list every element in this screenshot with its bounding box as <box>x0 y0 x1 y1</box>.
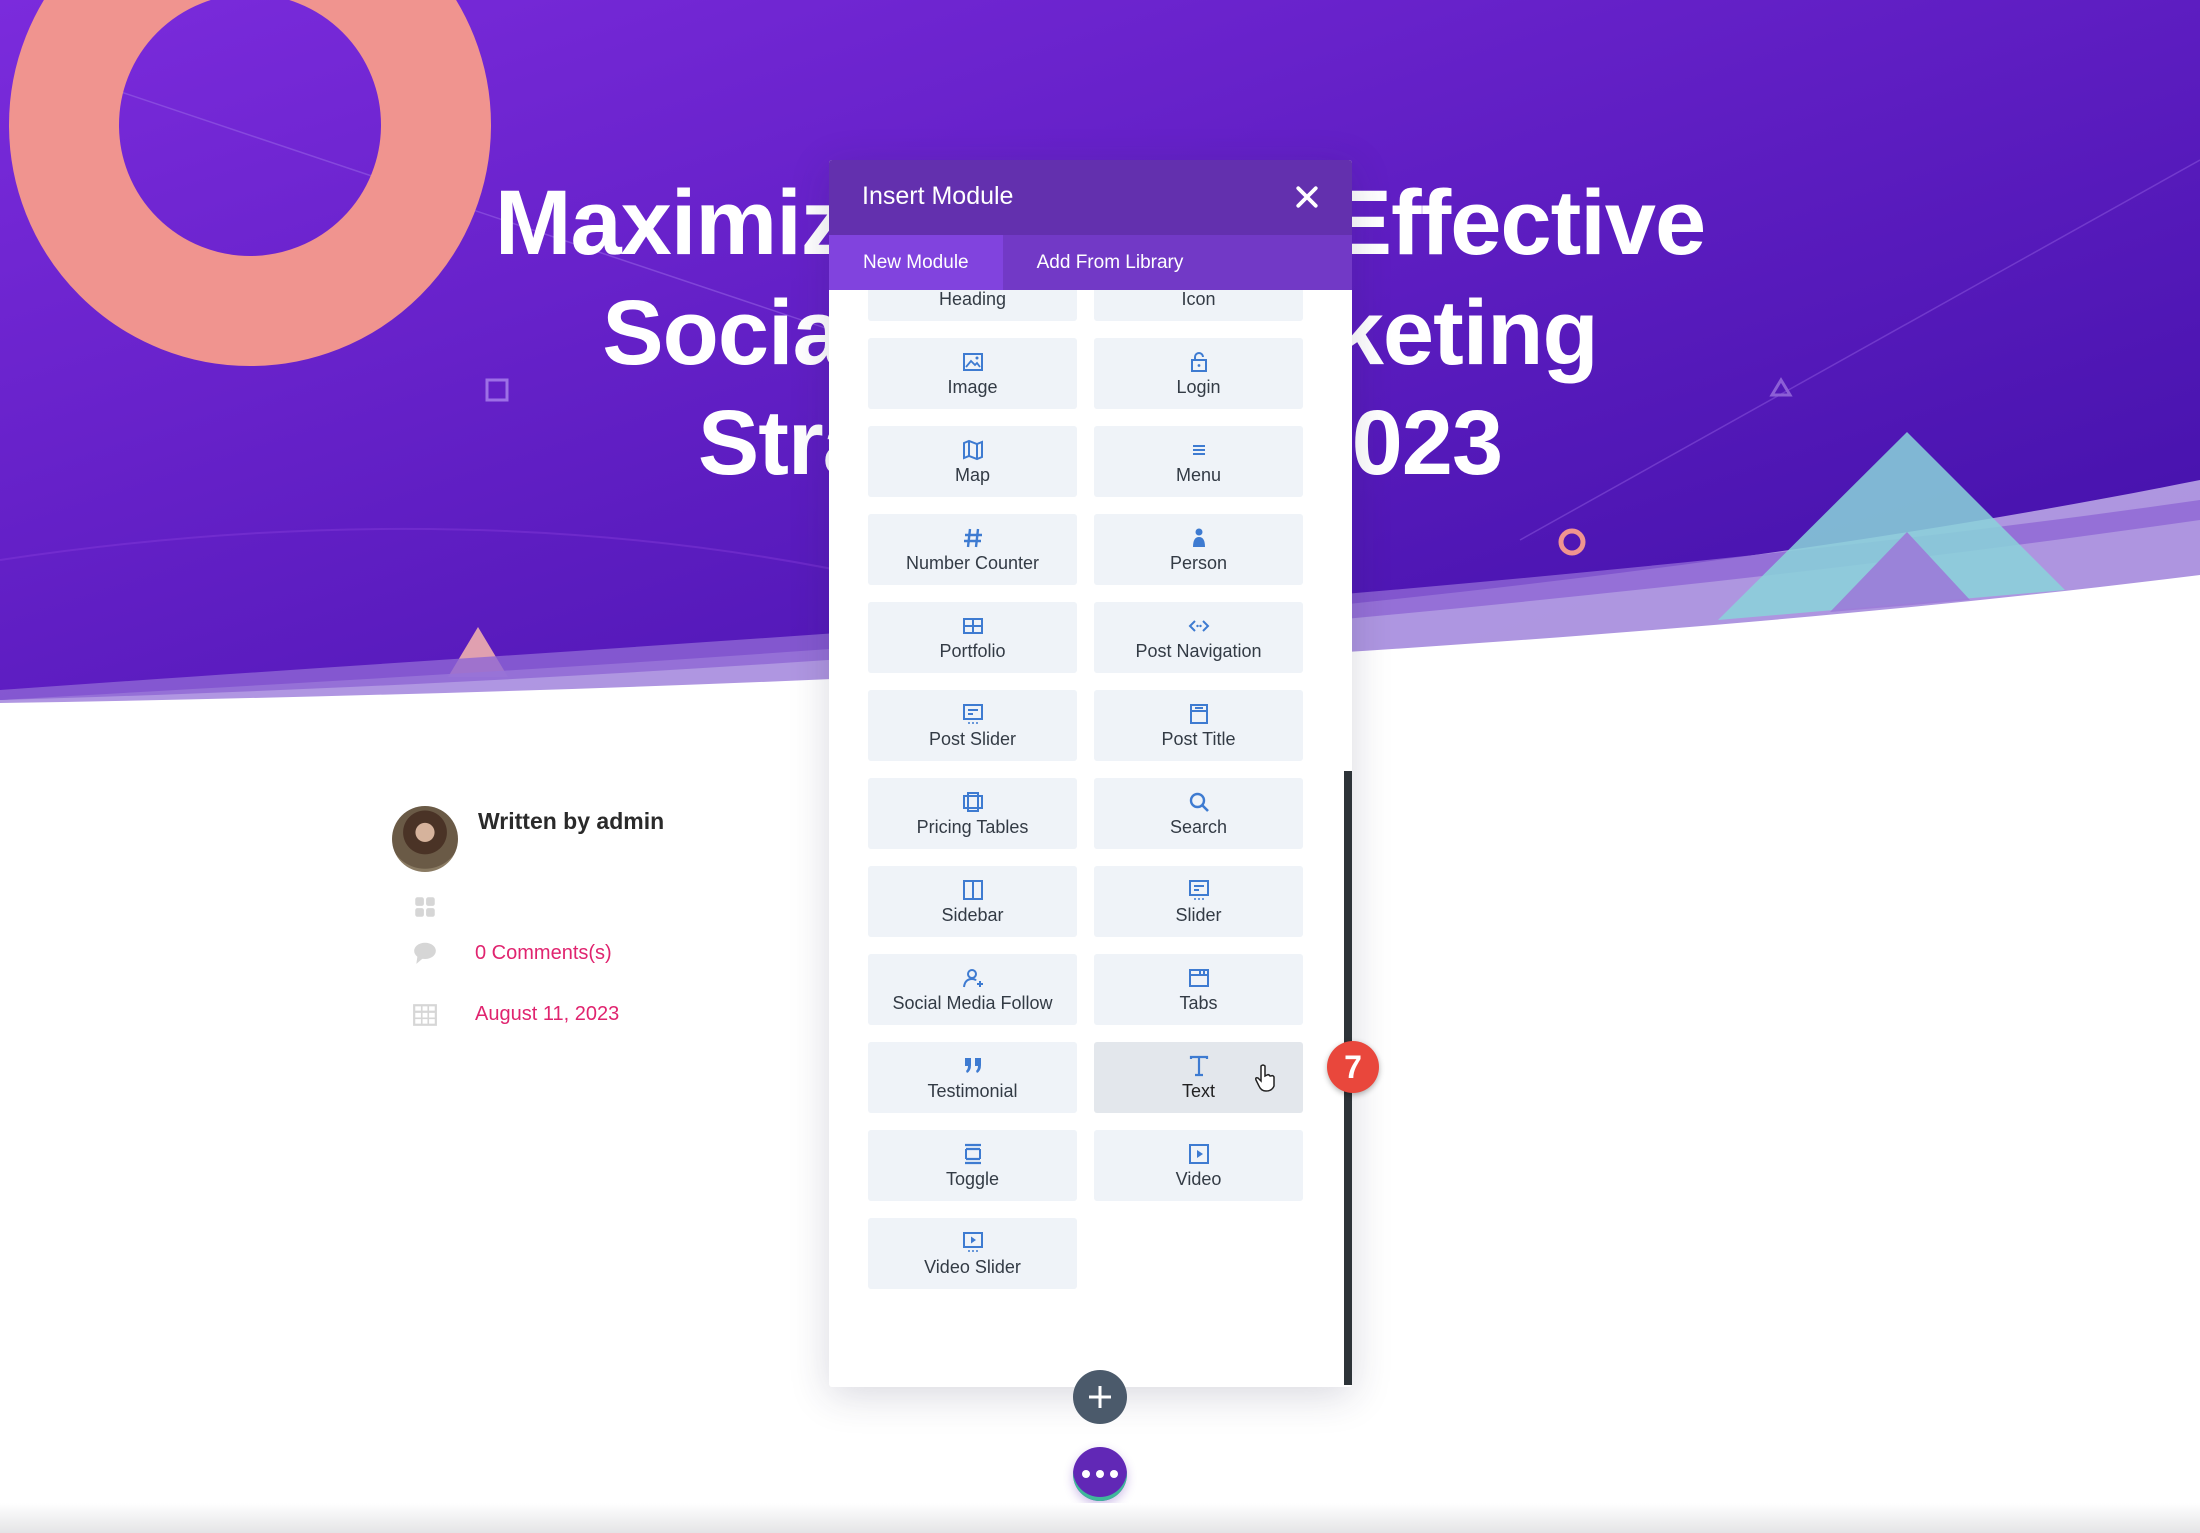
module-image[interactable]: Image <box>868 338 1077 409</box>
comment-icon <box>414 942 436 964</box>
more-icon-dot <box>1110 1470 1118 1478</box>
author-name: Written by admin <box>478 808 665 834</box>
more-icon-dot <box>1082 1470 1090 1478</box>
module-grid: Heading Icon Image Login Map Menu Number Count… <box>868 290 1305 1289</box>
module-post-navigation[interactable]: Post Navigation <box>1094 602 1303 673</box>
module-icon[interactable]: Icon <box>1094 290 1303 321</box>
module-label: Login <box>1176 376 1221 397</box>
plus-icon <box>1089 1386 1111 1408</box>
lock-icon <box>1190 351 1207 372</box>
grid-icon <box>962 617 983 634</box>
module-testimonial[interactable]: Testimonial <box>868 1042 1077 1113</box>
slider-icon <box>1188 879 1209 900</box>
module-label: Post Title <box>1161 728 1236 749</box>
module-label: Toggle <box>945 1168 1000 1189</box>
module-label: Text <box>1181 1080 1215 1101</box>
tab-new-module[interactable]: New Module <box>829 235 1003 290</box>
image-icon <box>962 352 983 371</box>
insert-module-modal: Insert Module New Module Add From Librar… <box>829 160 1352 1387</box>
module-toggle[interactable]: Toggle <box>868 1130 1077 1201</box>
post-title-icon <box>1189 703 1208 724</box>
toggle-icon <box>964 1143 981 1164</box>
module-number-counter[interactable]: Number Counter <box>868 514 1077 585</box>
map-icon <box>962 439 983 460</box>
tabs-icon <box>1188 968 1209 987</box>
module-menu[interactable]: Menu <box>1094 426 1303 497</box>
module-slider[interactable]: Slider <box>1094 866 1303 937</box>
module-tabs[interactable]: Tabs <box>1094 954 1303 1025</box>
page-footer-shade <box>0 1503 2200 1533</box>
menu-icon <box>1192 444 1205 455</box>
module-video[interactable]: Video <box>1094 1130 1303 1201</box>
add-section-button[interactable] <box>1073 1370 1127 1424</box>
hand-cursor-icon <box>1255 1064 1275 1092</box>
text-icon <box>1189 1055 1208 1076</box>
video-icon <box>1188 1143 1209 1164</box>
module-label: Slider <box>1175 904 1222 925</box>
category-icon <box>415 897 435 917</box>
module-map[interactable]: Map <box>868 426 1077 497</box>
post-navigation-icon <box>1188 619 1209 632</box>
hash-icon <box>963 528 982 547</box>
module-label: Heading <box>938 290 1007 309</box>
module-label: Post Navigation <box>1135 640 1262 661</box>
user-plus-icon <box>962 968 983 987</box>
modal-title: Insert Module <box>862 182 1014 210</box>
video-slider-icon <box>962 1231 983 1252</box>
tab-add-from-library[interactable]: Add From Library <box>1003 235 1218 290</box>
module-label: Tabs <box>1179 992 1218 1013</box>
module-post-title[interactable]: Post Title <box>1094 690 1303 761</box>
comments-link[interactable]: 0 Comments(s) <box>475 942 612 965</box>
module-pricing-tables[interactable]: Pricing Tables <box>868 778 1077 849</box>
module-label: Social Media Follow <box>892 992 1053 1013</box>
step-badge: 7 <box>1327 1041 1379 1093</box>
module-label: Pricing Tables <box>916 816 1029 837</box>
module-social-media-follow[interactable]: Social Media Follow <box>868 954 1077 1025</box>
post-date-link[interactable]: August 11, 2023 <box>475 1003 619 1026</box>
pricing-tables-icon <box>962 791 983 812</box>
module-label: Post Slider <box>928 728 1017 749</box>
module-label: Number Counter <box>905 552 1040 573</box>
module-label: Person <box>1169 552 1228 573</box>
module-label: Testimonial <box>927 1080 1018 1101</box>
person-icon <box>1192 528 1205 547</box>
modal-tabs: New Module Add From Library <box>829 235 1352 290</box>
module-portfolio[interactable]: Portfolio <box>868 602 1077 673</box>
module-heading[interactable]: Heading <box>868 290 1077 321</box>
module-video-slider[interactable]: Video Slider <box>868 1218 1077 1289</box>
calendar-icon <box>413 1004 437 1026</box>
module-label: Icon <box>1181 290 1216 309</box>
module-label: Portfolio <box>939 640 1006 661</box>
more-icon-dot <box>1096 1470 1104 1478</box>
sidebar-icon <box>962 879 983 900</box>
slider-icon <box>962 703 983 724</box>
module-label: Video <box>1175 1168 1222 1189</box>
quote-icon <box>964 1057 981 1073</box>
author-avatar <box>392 806 458 872</box>
search-icon <box>1189 792 1209 812</box>
module-label: Sidebar <box>941 904 1004 925</box>
module-label: Image <box>947 376 998 397</box>
module-sidebar[interactable]: Sidebar <box>868 866 1077 937</box>
module-label: Menu <box>1175 464 1222 485</box>
module-label: Video Slider <box>924 1256 1021 1277</box>
module-login[interactable]: Login <box>1094 338 1303 409</box>
module-post-slider[interactable]: Post Slider <box>868 690 1077 761</box>
module-search[interactable]: Search <box>1094 778 1303 849</box>
close-icon[interactable] <box>1292 182 1322 212</box>
more-options-button[interactable] <box>1073 1447 1127 1501</box>
module-label: Map <box>954 464 990 485</box>
module-label: Search <box>1169 816 1228 837</box>
module-person[interactable]: Person <box>1094 514 1303 585</box>
module-list: Heading Icon Image Login Map Menu Number Count… <box>829 290 1352 1387</box>
modal-header: Insert Module <box>829 160 1352 235</box>
